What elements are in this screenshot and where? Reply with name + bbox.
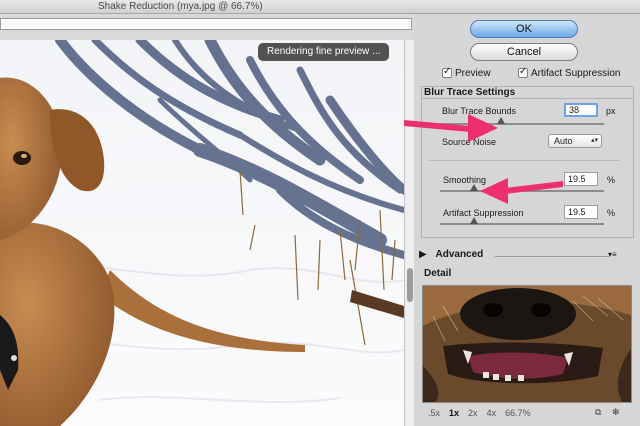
blur-trace-bounds-slider-thumb[interactable] [497,117,505,124]
smoothing-label: Smoothing [443,175,487,185]
image-preview[interactable] [0,40,404,426]
zoom-half[interactable]: .5x [428,408,440,420]
smoothing-slider-thumb[interactable] [470,184,478,191]
render-progress-bar [0,18,412,30]
blur-trace-bounds-label: Blur Trace Bounds [442,106,517,116]
window-title: Shake Reduction (mya.jpg @ 66.7%) [0,0,640,14]
blur-trace-bounds-unit: px [606,106,616,116]
artifact-suppression-label: Artifact Suppression [443,208,524,218]
panel-menu-icon[interactable]: ▾≡ [608,250,617,259]
detail-export-icon[interactable]: ⧉ [595,407,606,418]
detail-closeup-image [423,286,631,402]
zoom-2x[interactable]: 2x [468,408,478,420]
smoothing-input[interactable]: 19.5 [564,172,598,186]
rendering-status-badge: Rendering fine preview ... [258,43,390,61]
artifact-suppression-checkbox-label: Artifact Suppression [531,67,621,79]
scrollbar-thumb[interactable] [407,268,413,302]
group-title-divider [421,98,634,99]
artifact-suppression-unit: % [607,208,616,218]
source-noise-selected-value: Auto [554,136,573,146]
artifact-suppression-slider-track[interactable] [440,223,604,225]
advanced-label: Advanced [435,249,484,260]
ok-button[interactable]: OK [470,20,578,38]
source-noise-label: Source Noise [442,137,497,147]
settings-separator [429,160,620,161]
zoom-1x[interactable]: 1x [449,408,459,420]
advanced-divider [495,256,609,257]
source-noise-select[interactable]: Auto ▴▾ [548,134,602,148]
dog-in-snow-photo [0,40,404,426]
artifact-suppression-checkbox[interactable]: Artifact Suppression [518,66,621,79]
smoothing-unit: % [607,175,616,185]
detail-loupe[interactable] [422,285,632,403]
blur-trace-bounds-input[interactable]: 38 [564,103,598,117]
preview-checkbox-label: Preview [455,67,491,79]
blur-trace-bounds-slider-track[interactable] [440,123,604,125]
cancel-button[interactable]: Cancel [470,43,578,61]
artifact-suppression-slider-thumb[interactable] [470,217,478,224]
blur-trace-settings-title: Blur Trace Settings [424,87,516,98]
disclosure-triangle-icon[interactable]: ▶ [419,249,427,260]
preview-vertical-scrollbar[interactable] [404,40,414,426]
preview-checkbox-box[interactable] [442,66,452,78]
detail-settings-icon[interactable]: ✻ [612,407,623,418]
artifact-suppression-checkbox-box[interactable] [518,66,528,78]
smoothing-slider-track[interactable] [440,190,604,192]
preview-checkbox[interactable]: Preview [442,66,491,79]
detail-zoom-controls: .5x 1x 2x 4x 66.7% [428,408,531,420]
artifact-suppression-input[interactable]: 19.5 [564,205,598,219]
detail-title: Detail [424,268,452,279]
chevron-updown-icon: ▴▾ [590,137,598,144]
zoom-current-percent: 66.7% [505,408,531,418]
zoom-4x[interactable]: 4x [487,408,497,420]
